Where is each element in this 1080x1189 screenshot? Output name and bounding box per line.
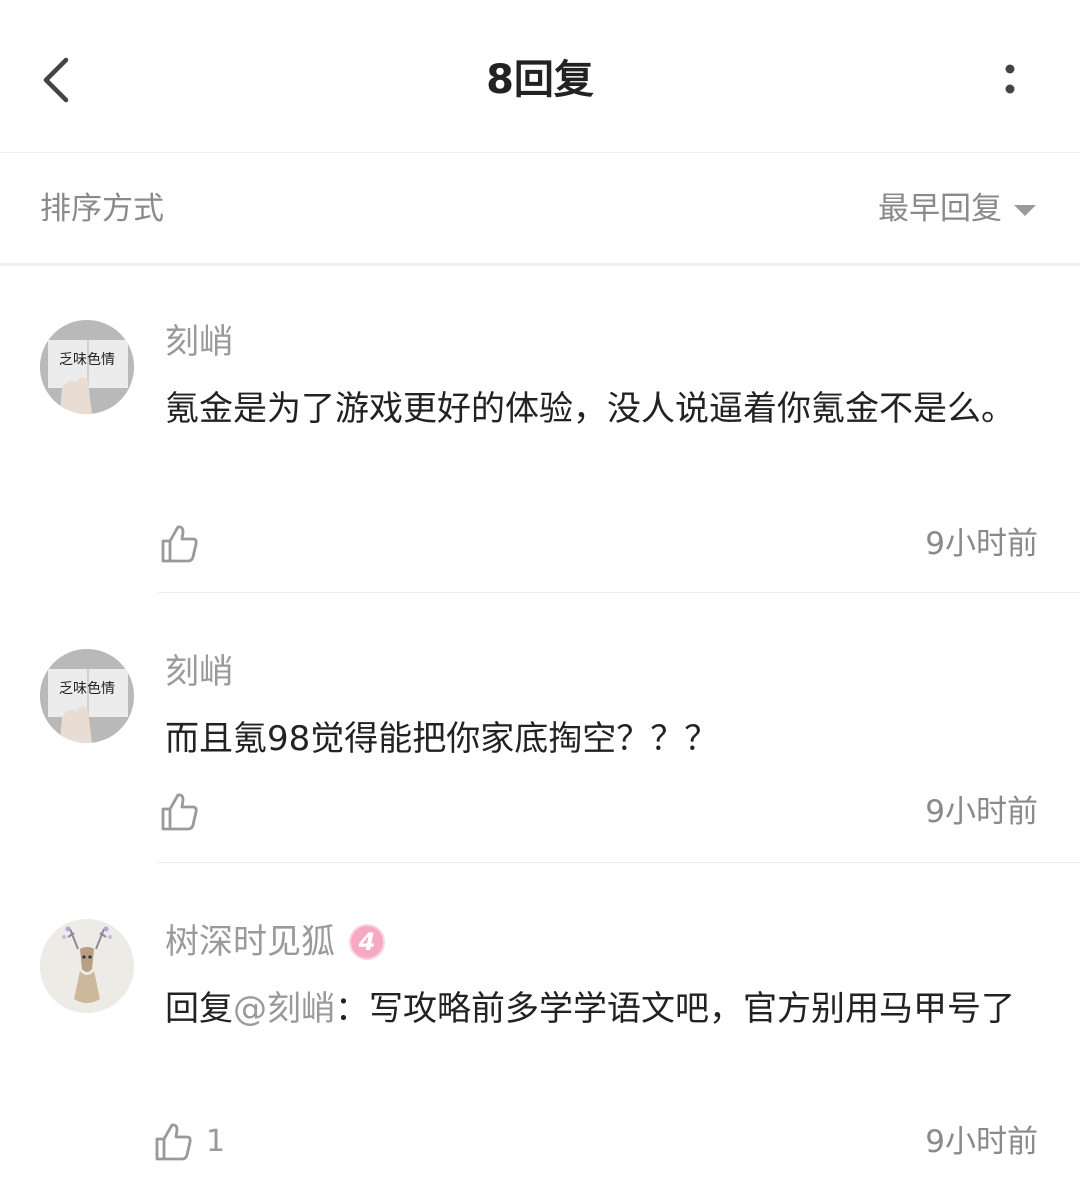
timestamp: 9小时前 [925,526,1038,562]
comment-text: 氪金是为了游戏更好的体验，没人说逼着你氪金不是么。 [165,389,1015,429]
level-badge: 4 [349,924,385,960]
sort-dropdown[interactable]: 最早回复 [878,189,1036,229]
caret-down-icon [1014,205,1036,216]
like-button[interactable] [158,522,202,566]
username-text: 树深时见狐 [165,922,335,962]
avatar[interactable]: 乏味色情 [40,649,134,743]
comment-item: 乏味色情 刻峭 氪金是为了游戏更好的体验，没人说逼着你氪金不是么。 9小时前 [0,266,1080,594]
thumbs-up-icon [155,1123,192,1161]
mention-link[interactable]: @刻峭 [233,989,335,1029]
comment-text: 而且氪98觉得能把你家底掏空？？？ [165,719,719,759]
more-vertical-icon [1005,64,1015,94]
username[interactable]: 刻峭 [165,650,233,694]
timestamp: 9小时前 [925,794,1038,830]
thumbs-up-icon [161,793,198,831]
like-count: 1 [206,1124,226,1159]
avatar[interactable]: 乏味色情 [40,320,134,414]
avatar[interactable] [40,919,134,1013]
timestamp: 9小时前 [925,1124,1038,1160]
comment-item: 乏味色情 刻峭 而且氪98觉得能把你家底掏空？？？ 9小时前 [0,594,1080,864]
like-button[interactable] [158,790,202,834]
more-button[interactable] [990,60,1030,100]
thumbs-up-icon [161,525,198,563]
comment-text: 回复@刻峭：写攻略前多学学语文吧，官方别用马甲号了 [165,978,1035,1040]
like-button[interactable] [152,1120,196,1164]
sort-value: 最早回复 [878,191,1002,227]
comment-divider [158,592,1080,593]
comment-divider [158,862,1080,863]
reply-body: ：写攻略前多学学语文吧，官方别用马甲号了 [335,989,1015,1029]
svg-text:乏味色情: 乏味色情 [59,351,115,368]
comment-item: 树深时见狐 4 回复@刻峭：写攻略前多学学语文吧，官方别用马甲号了 1 9小时前 [0,864,1080,1189]
sort-label: 排序方式 [40,191,164,227]
reply-prefix: 回复 [165,989,233,1029]
username[interactable]: 刻峭 [165,320,233,364]
page-title: 8回复 [486,57,594,103]
username[interactable]: 树深时见狐 4 [165,920,385,964]
svg-text:乏味色情: 乏味色情 [59,680,115,697]
sort-bar: 排序方式 最早回复 [0,153,1080,263]
top-bar: 8回复 [0,0,1080,153]
